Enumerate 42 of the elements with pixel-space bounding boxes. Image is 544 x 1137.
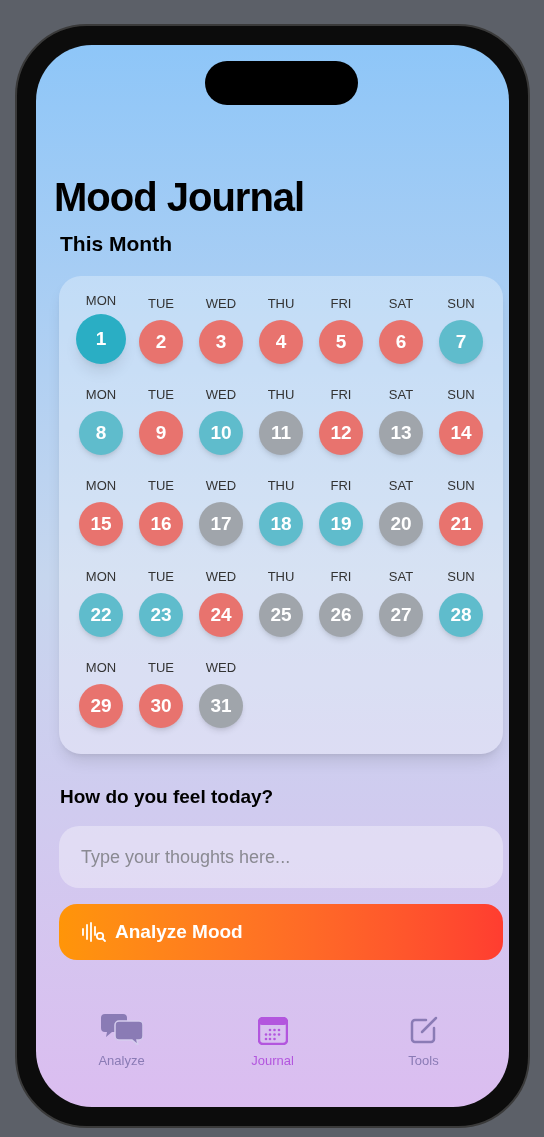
weekday-label: SAT: [388, 569, 414, 585]
weekday-label: SUN: [447, 296, 475, 312]
weekday-label: THU: [267, 387, 295, 403]
weekday-label: TUE: [148, 569, 174, 585]
analyze-button[interactable]: Analyze Mood: [59, 904, 503, 960]
weekday-label: FRI: [330, 296, 352, 312]
weekday-label: FRI: [330, 387, 352, 403]
weekday-label: MON: [85, 569, 117, 585]
weekday-label: WED: [205, 387, 237, 403]
weekday-label: TUE: [148, 660, 174, 676]
weekday-label: FRI: [330, 478, 352, 494]
weekday-label: WED: [205, 478, 237, 494]
page-title: Mood Journal: [54, 174, 305, 220]
weekday-label: TUE: [148, 478, 174, 494]
weekday-label: MON: [85, 293, 117, 309]
weekday-label: SAT: [388, 296, 414, 312]
weekday-label: MON: [85, 478, 117, 494]
weekday-label: THU: [267, 478, 295, 494]
weekday-label: SUN: [447, 478, 475, 494]
weekday-label: TUE: [148, 296, 174, 312]
edit-icon: [408, 1014, 439, 1045]
calendar-icon: [257, 1016, 288, 1045]
weekday-label: THU: [267, 569, 295, 585]
tab-item[interactable]: Analyze: [46, 1010, 197, 1070]
weekday-label: FRI: [330, 569, 352, 585]
tab-item[interactable]: Tools: [348, 1010, 499, 1070]
weekday-label: MON: [85, 660, 117, 676]
weekday-label: SAT: [388, 478, 414, 494]
chat-bubbles-icon: [100, 1012, 143, 1045]
weekday-label: TUE: [148, 387, 174, 403]
section-heading: This Month: [59, 231, 173, 257]
tab-item[interactable]: Journal: [197, 1010, 348, 1070]
weekday-label: SAT: [388, 387, 414, 403]
weekday-label: THU: [267, 296, 295, 312]
weekday-label: WED: [205, 660, 237, 676]
weekday-label: WED: [205, 569, 237, 585]
weekday-label: SUN: [447, 569, 475, 585]
question-heading: How do you feel today?: [59, 785, 275, 809]
weekday-label: MON: [85, 387, 117, 403]
weekday-label: WED: [205, 296, 237, 312]
waveform-search-icon: [81, 921, 107, 943]
weekday-label: SUN: [447, 387, 475, 403]
